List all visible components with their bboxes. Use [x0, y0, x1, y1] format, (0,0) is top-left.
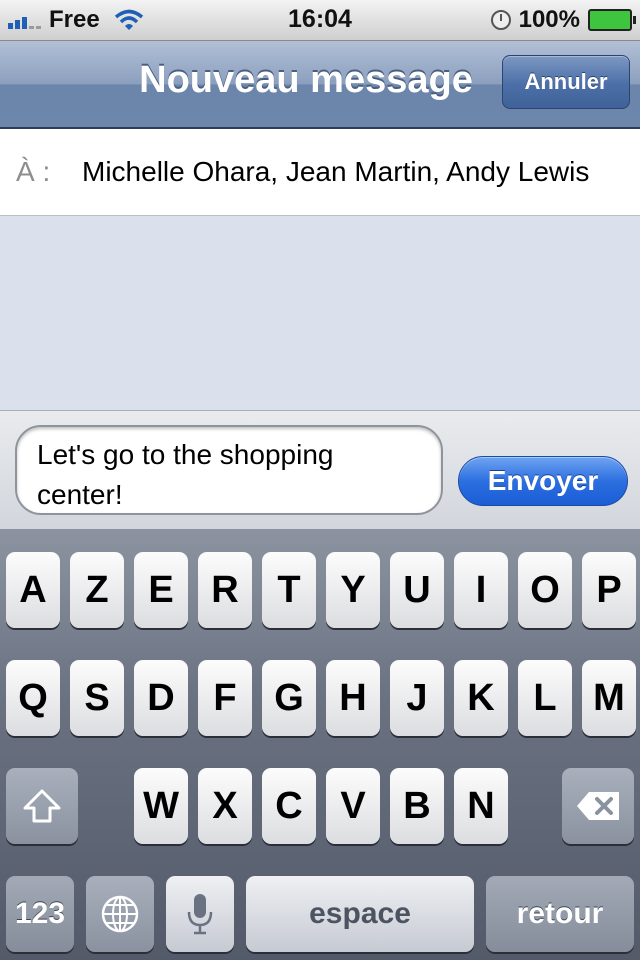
send-button[interactable]: Envoyer — [458, 456, 628, 506]
key-i[interactable]: I — [454, 552, 508, 628]
key-d[interactable]: D — [134, 660, 188, 736]
dictation-key[interactable] — [166, 876, 234, 952]
key-m[interactable]: M — [582, 660, 636, 736]
return-key[interactable]: retour — [486, 876, 634, 952]
globe-icon — [101, 895, 139, 933]
key-r[interactable]: R — [198, 552, 252, 628]
key-f[interactable]: F — [198, 660, 252, 736]
shift-key[interactable] — [6, 768, 78, 844]
key-b[interactable]: B — [390, 768, 444, 844]
keyboard: A Z E R T Y U I O P Q S D F G H J K L M … — [0, 529, 640, 960]
key-u[interactable]: U — [390, 552, 444, 628]
battery-percent: 100% — [518, 6, 580, 33]
status-right: 100% — [490, 6, 636, 34]
page-title: Nouveau message — [139, 59, 473, 101]
key-j[interactable]: J — [390, 660, 444, 736]
microphone-icon — [187, 894, 213, 935]
key-y[interactable]: Y — [326, 552, 380, 628]
recipients-value[interactable]: Michelle Ohara, Jean Martin, Andy Lewis — [82, 156, 589, 188]
key-s[interactable]: S — [70, 660, 124, 736]
numbers-key[interactable]: 123 — [6, 876, 74, 952]
key-e[interactable]: E — [134, 552, 188, 628]
shift-icon — [23, 789, 61, 823]
key-c[interactable]: C — [262, 768, 316, 844]
key-k[interactable]: K — [454, 660, 508, 736]
key-n[interactable]: N — [454, 768, 508, 844]
key-x[interactable]: X — [198, 768, 252, 844]
backspace-icon — [577, 792, 619, 820]
compose-bar: Let's go to the shopping center! Envoyer — [0, 410, 640, 530]
alarm-clock-icon — [490, 10, 511, 30]
battery-icon — [588, 9, 636, 31]
key-v[interactable]: V — [326, 768, 380, 844]
recipients-label: À : — [16, 156, 51, 187]
key-t[interactable]: T — [262, 552, 316, 628]
navigation-bar: Nouveau message Annuler — [0, 41, 640, 129]
key-p[interactable]: P — [582, 552, 636, 628]
key-z[interactable]: Z — [70, 552, 124, 628]
status-bar: Free 16:04 100% — [0, 0, 640, 41]
space-key[interactable]: espace — [246, 876, 474, 952]
key-a[interactable]: A — [6, 552, 60, 628]
key-w[interactable]: W — [134, 768, 188, 844]
key-q[interactable]: Q — [6, 660, 60, 736]
key-g[interactable]: G — [262, 660, 316, 736]
message-input[interactable]: Let's go to the shopping center! — [15, 425, 443, 515]
backspace-key[interactable] — [562, 768, 634, 844]
key-o[interactable]: O — [518, 552, 572, 628]
recipients-field[interactable]: À : Michelle Ohara, Jean Martin, Andy Le… — [0, 129, 640, 216]
cancel-button[interactable]: Annuler — [502, 55, 630, 109]
key-h[interactable]: H — [326, 660, 380, 736]
globe-key[interactable] — [86, 876, 154, 952]
key-l[interactable]: L — [518, 660, 572, 736]
